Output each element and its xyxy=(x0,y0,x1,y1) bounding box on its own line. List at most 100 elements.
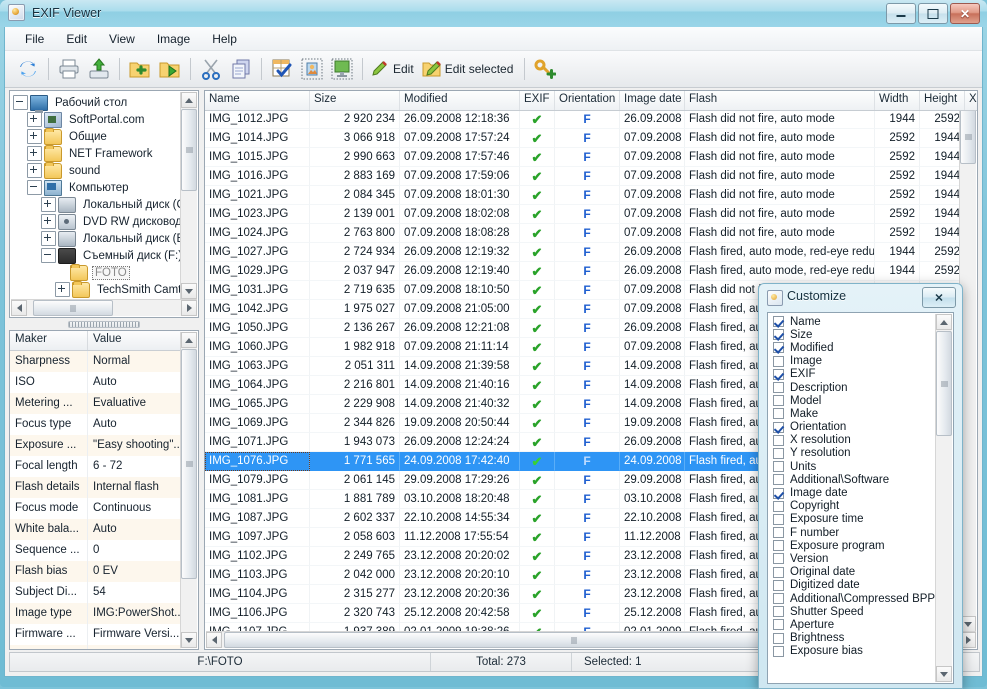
key-add-icon[interactable] xyxy=(530,54,560,84)
add-folder-icon[interactable] xyxy=(125,54,155,84)
checkbox-unchecked[interactable] xyxy=(773,395,784,406)
tree-expand-toggle[interactable] xyxy=(27,163,42,178)
column-header-modified[interactable]: Modified xyxy=(400,91,520,110)
tree-scroll-left-button[interactable] xyxy=(11,300,27,316)
table-row[interactable]: IMG_1015.JPG2 990 66307.09.2008 17:57:46… xyxy=(205,148,960,167)
checkbox-unchecked[interactable] xyxy=(773,474,784,485)
tree-hscroll-thumb[interactable] xyxy=(33,300,113,316)
tree-node[interactable]: DVD RW дисковод xyxy=(13,213,182,230)
maximize-button[interactable] xyxy=(918,3,948,24)
file-list-scroll-thumb[interactable] xyxy=(960,109,976,164)
preview-icon[interactable] xyxy=(327,54,357,84)
exif-properties-grid[interactable]: Maker Value SharpnessNormalISOAutoMeteri… xyxy=(10,331,181,649)
menu-file[interactable]: File xyxy=(15,29,54,49)
tree-expand-toggle[interactable] xyxy=(27,129,42,144)
customize-column-item[interactable]: Units xyxy=(768,460,936,473)
tree-collapse-toggle[interactable] xyxy=(41,248,56,263)
property-row[interactable]: Metering ...Evaluative xyxy=(10,393,181,414)
table-row[interactable]: IMG_1014.JPG3 066 91807.09.2008 17:57:24… xyxy=(205,129,960,148)
customize-column-items[interactable]: NameSizeModifiedImageEXIFDescriptionMode… xyxy=(768,315,936,683)
tree-scroll-up-button[interactable] xyxy=(181,92,197,108)
customize-scroll-up-button[interactable] xyxy=(936,314,952,330)
customize-scroll-thumb[interactable] xyxy=(936,331,952,436)
checkbox-unchecked[interactable] xyxy=(773,567,784,578)
open-folder-icon[interactable] xyxy=(155,54,185,84)
tree-expand-toggle[interactable] xyxy=(27,146,42,161)
cut-icon[interactable] xyxy=(196,54,226,84)
properties-scroll-down-button[interactable] xyxy=(181,632,197,648)
checkbox-unchecked[interactable] xyxy=(773,461,784,472)
thumbnail-icon[interactable] xyxy=(297,54,327,84)
customize-column-item[interactable]: Brightness xyxy=(768,632,936,645)
table-row[interactable]: IMG_1021.JPG2 084 34507.09.2008 18:01:30… xyxy=(205,186,960,205)
checkbox-unchecked[interactable] xyxy=(773,580,784,591)
tree-node[interactable]: SoftPortal.com xyxy=(13,111,182,128)
properties-vertical-scrollbar[interactable] xyxy=(180,332,197,648)
customize-column-item[interactable]: Exposure bias xyxy=(768,645,936,658)
column-header-name[interactable]: Name xyxy=(205,91,310,110)
menu-image[interactable]: Image xyxy=(147,29,200,49)
checkbox-unchecked[interactable] xyxy=(773,501,784,512)
customize-scroll-down-button[interactable] xyxy=(936,666,952,682)
tree-node[interactable]: Локальный диск (C xyxy=(13,196,182,213)
customize-column-item[interactable]: Shutter Speed xyxy=(768,605,936,618)
customize-column-item[interactable]: EXIF xyxy=(768,368,936,381)
properties-scroll-thumb[interactable] xyxy=(181,349,197,579)
column-header-xp[interactable]: XP T xyxy=(965,91,978,110)
tree-node[interactable]: sound xyxy=(13,162,182,179)
table-row[interactable]: IMG_1029.JPG2 037 94726.09.2008 12:19:40… xyxy=(205,262,960,281)
checkbox-checked[interactable] xyxy=(773,422,784,433)
customize-column-item[interactable]: Orientation xyxy=(768,421,936,434)
checkbox-checked[interactable] xyxy=(773,329,784,340)
tree-node[interactable]: Компьютер xyxy=(13,179,182,196)
tree-node[interactable]: Общие xyxy=(13,128,182,145)
property-row[interactable]: Focus modeContinuous xyxy=(10,498,181,519)
customize-column-item[interactable]: Make xyxy=(768,407,936,420)
customize-column-item[interactable]: Image xyxy=(768,355,936,368)
customize-column-item[interactable]: Size xyxy=(768,328,936,341)
checkbox-checked[interactable] xyxy=(773,488,784,499)
property-row[interactable]: Subject Di...54 xyxy=(10,582,181,603)
checkbox-unchecked[interactable] xyxy=(773,553,784,564)
tree-expand-toggle[interactable] xyxy=(41,197,56,212)
property-row[interactable]: Focus typeAuto xyxy=(10,414,181,435)
checkbox-unchecked[interactable] xyxy=(773,593,784,604)
tree-scroll-right-button[interactable] xyxy=(181,300,197,316)
checkbox-unchecked[interactable] xyxy=(773,527,784,538)
customize-dialog-close-button[interactable]: ✕ xyxy=(922,287,956,308)
tree-collapse-toggle[interactable] xyxy=(13,95,28,110)
customize-column-item[interactable]: Aperture xyxy=(768,618,936,631)
tree-expand-toggle[interactable] xyxy=(41,214,56,229)
customize-column-item[interactable]: Exposure time xyxy=(768,513,936,526)
checkbox-unchecked[interactable] xyxy=(773,408,784,419)
checkbox-unchecked[interactable] xyxy=(773,448,784,459)
tree-scroll-down-button[interactable] xyxy=(181,283,197,299)
checkbox-unchecked[interactable] xyxy=(773,382,784,393)
customize-column-item[interactable]: Additional\Software xyxy=(768,473,936,486)
tree-node[interactable]: Съемный диск (F:) xyxy=(13,247,182,264)
checkbox-checked[interactable] xyxy=(773,369,784,380)
table-row[interactable]: IMG_1012.JPG2 920 23426.09.2008 12:18:36… xyxy=(205,110,960,129)
export-icon[interactable] xyxy=(84,54,114,84)
customize-column-item[interactable]: Exposure program xyxy=(768,539,936,552)
table-row[interactable]: IMG_1027.JPG2 724 93426.09.2008 12:19:32… xyxy=(205,243,960,262)
customize-column-item[interactable]: Digitized date xyxy=(768,579,936,592)
customize-column-item[interactable]: Version xyxy=(768,552,936,565)
checkbox-unchecked[interactable] xyxy=(773,514,784,525)
column-header-image_date[interactable]: Image date xyxy=(620,91,685,110)
customize-vertical-scrollbar[interactable] xyxy=(935,314,952,682)
checkbox-unchecked[interactable] xyxy=(773,435,784,446)
customize-column-item[interactable]: Additional\Compressed BPP xyxy=(768,592,936,605)
checkbox-unchecked[interactable] xyxy=(773,606,784,617)
tree-node[interactable]: FOTO xyxy=(13,264,182,281)
customize-column-item[interactable]: X resolution xyxy=(768,434,936,447)
customize-column-item[interactable]: Description xyxy=(768,381,936,394)
customize-column-item[interactable]: Original date xyxy=(768,566,936,579)
checkbox-unchecked[interactable] xyxy=(773,646,784,657)
tree-vertical-scrollbar[interactable] xyxy=(180,92,197,299)
tree-scroll-thumb[interactable] xyxy=(181,109,197,191)
checkbox-unchecked[interactable] xyxy=(773,633,784,644)
tree-horizontal-scrollbar[interactable] xyxy=(11,299,197,316)
property-row[interactable]: Sequence ...0 xyxy=(10,540,181,561)
property-row[interactable]: Focal length6 - 72 xyxy=(10,456,181,477)
